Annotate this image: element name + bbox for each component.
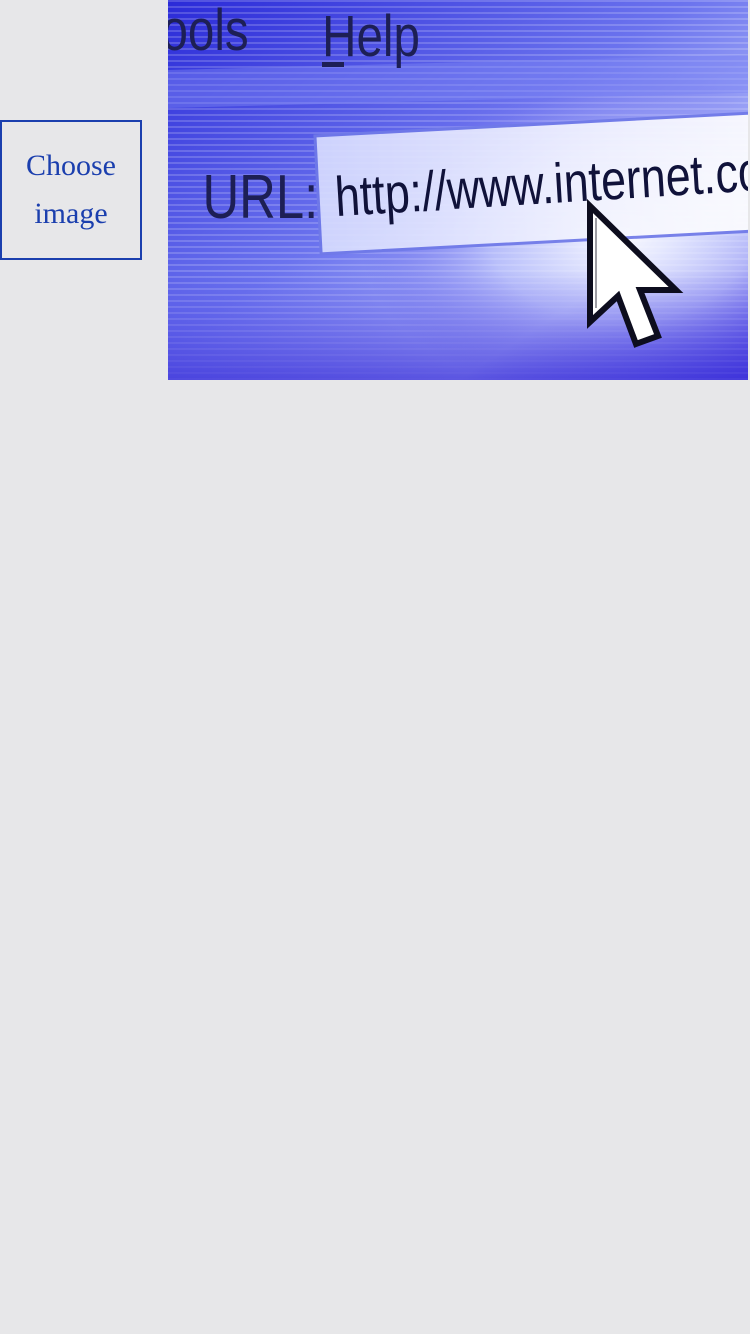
url-label-text: URL: <box>202 163 318 232</box>
menu-tools-text: ools <box>168 0 249 63</box>
selected-image: ools Help URL: http://www.internet.com <box>168 0 748 380</box>
choose-image-label: Choose image <box>26 149 116 230</box>
choose-image-button[interactable]: Choose image <box>0 120 142 260</box>
menu-help-text: Help <box>322 5 420 70</box>
